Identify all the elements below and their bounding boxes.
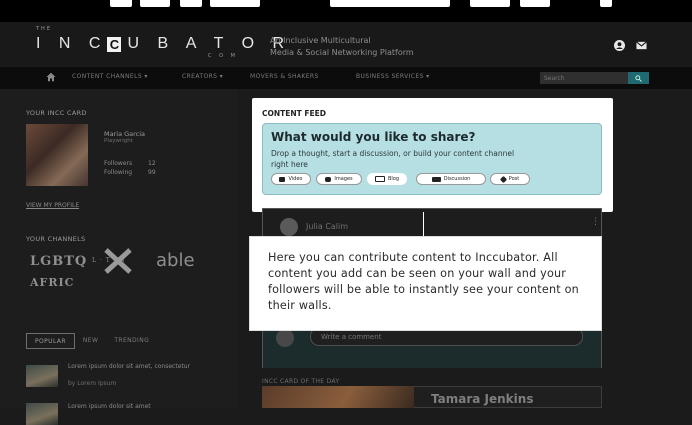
- share-title: What would you like to share?: [271, 130, 476, 144]
- top-block: [330, 0, 450, 7]
- tab-trending[interactable]: TRENDING: [106, 333, 157, 349]
- tagline: An Inclusive Multicultural Media & Socia…: [270, 35, 414, 59]
- logo-box-letter: C: [107, 36, 122, 52]
- nav-content-channels[interactable]: CONTENT CHANNELS ▾: [72, 73, 148, 80]
- top-block: [180, 0, 202, 7]
- profile-role: Playwright: [104, 138, 133, 144]
- card-of-day-name: Tamara Jenkins: [431, 392, 534, 406]
- camera-icon: [325, 176, 332, 182]
- post-label: Post: [508, 176, 520, 182]
- followers-label: Followers: [104, 160, 133, 167]
- article-tabs: POPULAR NEW TRENDING: [26, 333, 157, 349]
- share-subtitle: Drop a thought, start a discussion, or b…: [271, 149, 515, 169]
- search-input[interactable]: [540, 72, 628, 84]
- top-block: [520, 0, 550, 7]
- article-thumbnail[interactable]: [26, 403, 58, 425]
- search-icon: [635, 75, 642, 82]
- article-title[interactable]: Lorem ipsum dolor sit amet: [68, 403, 208, 411]
- top-block: [600, 0, 612, 7]
- logo-text-start: I N C: [36, 35, 108, 52]
- search-button[interactable]: [628, 72, 649, 84]
- top-block: [110, 0, 132, 7]
- channel-lgbtq-logo[interactable]: LGBTQ: [30, 254, 87, 269]
- following-label: Following: [104, 169, 133, 176]
- blog-button[interactable]: Blog: [367, 173, 407, 185]
- incc-card-title: YOUR INCC CARD: [26, 109, 87, 117]
- article-title[interactable]: Lorem ipsum dolor sit amet, consectetur: [68, 363, 208, 371]
- profile-name: Maria Garcia: [104, 130, 146, 138]
- logo-the: THE: [36, 26, 52, 32]
- latinx-x-icon: [104, 248, 132, 274]
- tagline-line-1: An Inclusive Multicultural: [270, 36, 371, 45]
- site-logo[interactable]: I N C C U B A T O R: [36, 35, 291, 53]
- article-thumbnail[interactable]: [26, 365, 58, 387]
- discussion-label: Discussion: [443, 176, 471, 182]
- view-profile-link[interactable]: VIEW MY PROFILE: [26, 202, 79, 209]
- channels-title: YOUR CHANNELS: [26, 235, 86, 243]
- group-icon: [431, 176, 441, 182]
- video-button[interactable]: Video: [271, 173, 311, 185]
- card-of-day-photo: [262, 386, 414, 408]
- channel-africa-logo[interactable]: AFRIC: [30, 276, 74, 289]
- top-block: [210, 0, 260, 7]
- pencil-icon: [499, 175, 507, 183]
- top-strip: [0, 0, 692, 22]
- images-label: Images: [334, 176, 353, 182]
- video-label: Video: [288, 176, 303, 182]
- mail-icon[interactable]: [636, 40, 647, 51]
- top-block: [140, 0, 170, 7]
- home-icon[interactable]: [46, 72, 56, 82]
- card-of-day-label: INCC CARD OF THE DAY: [262, 378, 340, 385]
- channel-able-logo[interactable]: able: [156, 250, 195, 271]
- followers-count: 12: [148, 160, 156, 167]
- tab-new[interactable]: NEW: [75, 333, 106, 349]
- glasses-icon: [374, 176, 385, 182]
- user-icon[interactable]: [614, 40, 625, 51]
- article-author: by Lorem Ipsum: [68, 380, 117, 387]
- tagline-line-2: Media & Social Networking Platform: [270, 48, 414, 57]
- content-feed-label: CONTENT FEED: [262, 109, 326, 118]
- top-block: [470, 0, 510, 7]
- logo-com: C O M: [208, 53, 238, 59]
- post-username[interactable]: Julia Calim: [306, 222, 348, 231]
- comment-avatar: [276, 329, 294, 347]
- images-button[interactable]: Images: [316, 173, 362, 185]
- tooltip-connector: [423, 212, 424, 237]
- blog-label: Blog: [387, 176, 400, 182]
- nav-business-services[interactable]: BUSINESS SERVICES ▾: [356, 73, 430, 80]
- discussion-button[interactable]: Discussion: [416, 173, 486, 185]
- post-avatar[interactable]: [280, 218, 298, 236]
- nav-movers-shakers[interactable]: MOVERS & SHAKERS: [250, 73, 319, 80]
- video-icon: [279, 176, 286, 182]
- tab-popular[interactable]: POPULAR: [26, 333, 75, 349]
- post-button[interactable]: Post: [490, 173, 530, 185]
- tooltip-text: Here you can contribute content to Inccu…: [268, 251, 579, 312]
- more-options-icon[interactable]: ⋮: [591, 217, 600, 227]
- logo-text-end: U B A T O R: [127, 35, 292, 52]
- following-count: 99: [148, 169, 156, 176]
- profile-avatar[interactable]: [26, 124, 88, 186]
- nav-creators[interactable]: CREATORS ▾: [182, 73, 223, 80]
